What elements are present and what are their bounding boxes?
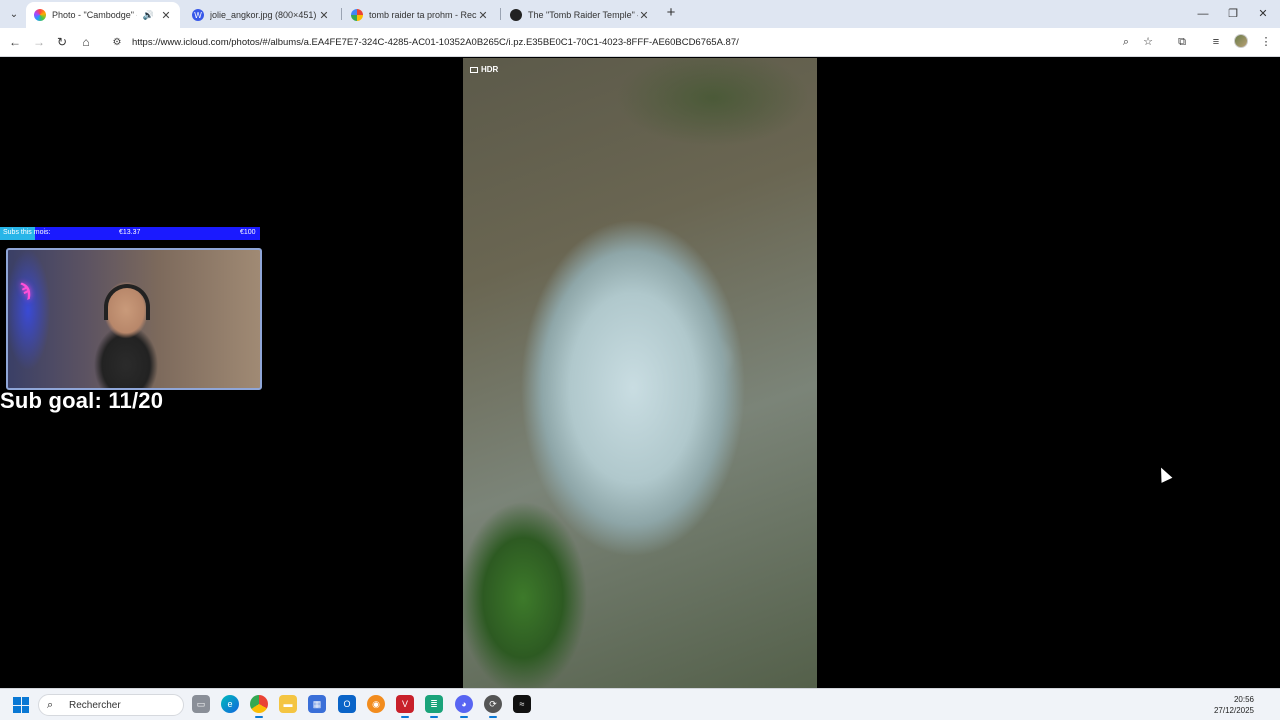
tab-photo-cambodge[interactable]: Photo - "Cambodge" - iClou 🔊 ✕ [26, 2, 180, 28]
photos-icon [34, 9, 46, 21]
chrome-icon[interactable] [250, 695, 268, 718]
donation-goal-bar: Subs this mois: €13.37 €100 [0, 227, 260, 240]
tab-tomb-raider-search[interactable]: tomb raider ta prohm - Recherc ✕ [343, 2, 497, 28]
chevron-down-icon: ⌄ [9, 8, 19, 20]
tab-title: tomb raider ta prohm - Recherc [369, 10, 477, 20]
orange-app-icon[interactable]: ◉ [367, 695, 385, 713]
windows-start-icon[interactable] [13, 697, 29, 713]
minimize-button[interactable]: — [1188, 0, 1218, 28]
headset-icon [104, 284, 150, 320]
wordpress-icon: W [192, 9, 204, 21]
site-info-icon[interactable]: ⚙ [110, 37, 124, 48]
tab-separator [500, 8, 501, 20]
goal-current: €13.37 [119, 229, 141, 236]
edge-icon[interactable]: e [221, 695, 239, 713]
taskbar: ⌕ Rechercher ▭ e ▬ ▦ O ◉ V ≣ ◕ ⟳ ≈ 20:56… [0, 688, 1280, 720]
address-bar[interactable]: ⚙ https://www.icloud.com/photos/#/albums… [106, 31, 1164, 53]
tab-title: Photo - "Cambodge" - iClou [52, 10, 137, 20]
arrow-right-icon: → [33, 35, 45, 49]
tab-separator [341, 8, 342, 20]
tab-search-button[interactable]: ⌄ [4, 4, 24, 24]
google-icon [351, 9, 363, 21]
clock-date: 27/12/2025 [1213, 706, 1254, 715]
outlook-icon[interactable]: O [338, 695, 356, 713]
extensions-icon[interactable]: ⧉ [1174, 34, 1190, 50]
hdr-badge: HDR [470, 65, 498, 74]
tab-strip: ⌄ Photo - "Cambodge" - iClou 🔊 ✕ W jolie… [0, 0, 1280, 28]
site-icon [510, 9, 522, 21]
clock-time: 20:56 [1233, 695, 1254, 704]
zoom-icon[interactable]: ⌕ [1118, 34, 1134, 50]
forward-button[interactable]: → [30, 33, 48, 51]
tab-title: jolie_angkor.jpg (800×451) [210, 10, 317, 20]
close-window-button[interactable]: ✕ [1248, 0, 1278, 28]
search-placeholder: Rechercher [69, 699, 121, 711]
webcam-feed: ϡ [6, 248, 262, 390]
speaker-icon[interactable]: 🔊 [143, 10, 154, 21]
flamingo-neon-icon: ϡ [20, 280, 31, 300]
hdr-label: HDR [481, 65, 499, 74]
restore-icon: ❐ [1228, 8, 1238, 20]
bookmark-star-icon[interactable]: ☆ [1140, 34, 1156, 50]
sync-app-icon[interactable]: ⟳ [484, 695, 502, 718]
goal-target: €100 [240, 229, 256, 236]
file-explorer-icon[interactable]: ▬ [279, 695, 297, 713]
screen: ⌄ Photo - "Cambodge" - iClou 🔊 ✕ W jolie… [0, 0, 1280, 720]
home-button[interactable]: ⌂ [77, 33, 95, 51]
tab-tomb-raider-temple[interactable]: The "Tomb Raider Temple" – Ta ✕ [502, 2, 658, 28]
close-icon[interactable]: ✕ [638, 9, 650, 22]
arrow-left-icon: ← [9, 35, 21, 49]
minimize-icon: — [1197, 8, 1209, 20]
home-icon: ⌂ [82, 35, 90, 49]
search-icon: ⌕ [47, 698, 54, 711]
tab-jolie-angkor[interactable]: W jolie_angkor.jpg (800×451) ✕ [184, 2, 338, 28]
restore-button[interactable]: ❐ [1218, 0, 1248, 28]
close-icon[interactable]: ✕ [160, 9, 172, 22]
task-view-icon[interactable]: ▭ [192, 695, 210, 713]
monitor-icon [470, 66, 478, 73]
reload-icon: ↻ [56, 35, 68, 49]
menu-icon[interactable]: ⋮ [1258, 34, 1274, 50]
media-controls-icon[interactable]: ≡ [1208, 34, 1224, 50]
green-app-icon[interactable]: ≣ [425, 695, 443, 718]
close-icon[interactable]: ✕ [318, 9, 330, 22]
sub-goal-text: Sub goal: 11/20 [0, 388, 164, 413]
tab-title: The "Tomb Raider Temple" – Ta [528, 10, 638, 20]
terminal-icon[interactable]: ≈ [513, 695, 531, 713]
close-icon: ✕ [1258, 8, 1268, 20]
discord-icon[interactable]: ◕ [455, 695, 473, 718]
back-button[interactable]: ← [6, 33, 24, 51]
browser-toolbar: ← → ↻ ⌂ ⚙ https://www.icloud.com/photos/… [0, 28, 1280, 57]
new-tab-button[interactable]: + [662, 4, 680, 22]
voicemeeter-icon[interactable]: V [396, 695, 414, 718]
url-text[interactable]: https://www.icloud.com/photos/#/albums/a… [132, 37, 739, 48]
goal-label: Subs this mois: [3, 229, 51, 236]
system-clock[interactable]: 20:56 27/12/2025 [1214, 694, 1254, 716]
taskbar-search[interactable]: ⌕ Rechercher [38, 694, 184, 716]
store-icon[interactable]: ▦ [308, 695, 326, 713]
profile-avatar[interactable] [1234, 34, 1248, 48]
close-icon[interactable]: ✕ [477, 9, 489, 22]
photo-image[interactable] [463, 58, 817, 688]
plus-icon: + [666, 4, 676, 21]
reload-button[interactable]: ↻ [53, 33, 71, 51]
